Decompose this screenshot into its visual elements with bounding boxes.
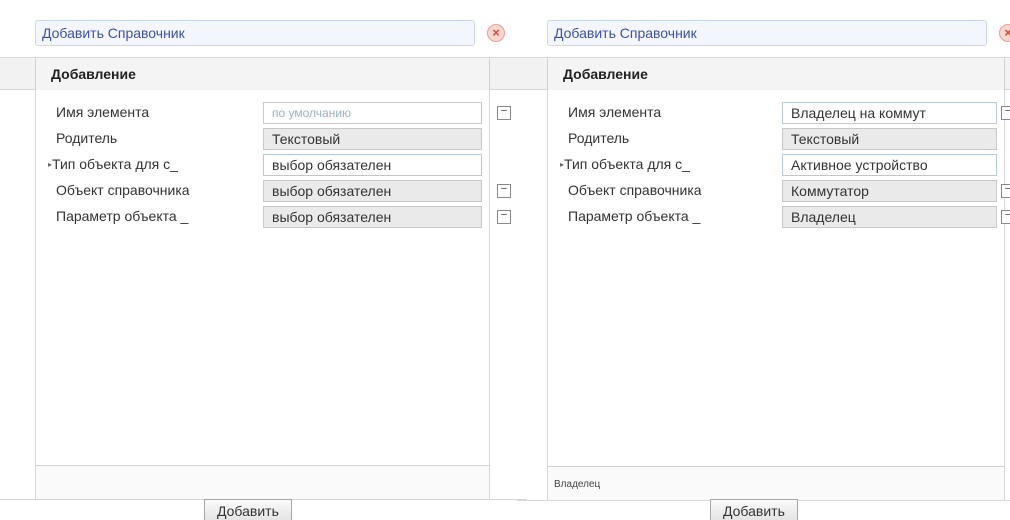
label-object-type: ▸Тип объекта для с_	[560, 156, 690, 172]
collapse-element-name-icon[interactable]: −	[497, 106, 511, 120]
section-header: Добавление	[51, 66, 136, 82]
row-object-type: ▸Тип объекта для с_ Активное устройство	[548, 154, 1004, 176]
status-text: Владелец	[554, 479, 601, 490]
collapse-object-parameter-icon[interactable]: −	[497, 210, 511, 224]
row-object-parameter: Параметр объекта _ Владелец	[548, 206, 1004, 228]
collapse-object-parameter-icon[interactable]: −	[1001, 210, 1010, 224]
row-directory-object: Объект справочника выбор обязателен	[36, 180, 489, 202]
header-cell: Добавление	[35, 58, 490, 90]
left-dialog: Добавить Справочник × Добавление Имя эле…	[0, 0, 527, 520]
object-parameter-select[interactable]: Владелец	[782, 206, 997, 228]
add-button[interactable]: Добавить	[204, 499, 292, 520]
right-dialog: Добавить Справочник × Добавление Имя эле…	[517, 0, 1010, 520]
object-type-select[interactable]: выбор обязателен	[263, 154, 482, 176]
row-parent: Родитель Текстовый	[548, 128, 1004, 150]
title-bar: Добавить Справочник	[35, 20, 475, 46]
dialog-frame: Добавление Имя элемента по умолчанию Род…	[0, 57, 527, 500]
label-element-name: Имя элемента	[568, 104, 662, 120]
label-parent: Родитель	[56, 130, 118, 146]
object-type-select[interactable]: Активное устройство	[782, 154, 997, 176]
dialog-title: Добавить Справочник	[554, 25, 697, 41]
element-name-input[interactable]: Владелец на коммут	[782, 102, 997, 124]
collapse-element-name-icon[interactable]: −	[1001, 106, 1010, 120]
label-directory-object: Объект справочника	[56, 182, 190, 198]
collapse-directory-object-icon[interactable]: −	[1001, 184, 1010, 198]
row-directory-object: Объект справочника Коммутатор	[548, 180, 1004, 202]
dialog-title: Добавить Справочник	[42, 25, 185, 41]
row-element-name: Имя элемента Владелец на коммут	[548, 102, 1004, 124]
label-parent: Родитель	[568, 130, 630, 146]
label-object-type-text: Тип объекта для с_	[564, 156, 690, 172]
section-header: Добавление	[563, 66, 648, 82]
parent-field: Текстовый	[263, 128, 482, 150]
row-object-parameter: Параметр объекта _ выбор обязателен	[36, 206, 489, 228]
add-button[interactable]: Добавить	[710, 499, 798, 520]
object-parameter-select[interactable]: выбор обязателен	[263, 206, 482, 228]
directory-object-select[interactable]: выбор обязателен	[263, 180, 482, 202]
status-bar	[35, 465, 490, 499]
row-parent: Родитель Текстовый	[36, 128, 489, 150]
header-cell: Добавление	[547, 58, 1005, 90]
label-object-type-text: Тип объекта для с_	[52, 156, 178, 172]
collapse-directory-object-icon[interactable]: −	[497, 184, 511, 198]
label-object-type: ▸Тип объекта для с_	[48, 156, 178, 172]
element-name-input[interactable]: по умолчанию	[263, 102, 482, 124]
dialog-frame: Добавление Имя элемента Владелец на комм…	[517, 57, 1010, 501]
header-strip: Добавление	[0, 58, 527, 90]
close-icon[interactable]: ×	[999, 24, 1010, 42]
label-object-parameter: Параметр объекта _	[56, 208, 189, 224]
label-directory-object: Объект справочника	[568, 182, 702, 198]
status-bar: Владелец	[547, 466, 1005, 500]
directory-object-select[interactable]: Коммутатор	[782, 180, 997, 202]
label-object-parameter: Параметр объекта _	[568, 208, 701, 224]
close-icon[interactable]: ×	[487, 24, 505, 42]
form-content: Имя элемента по умолчанию Родитель Текст…	[35, 90, 490, 465]
form-content: Имя элемента Владелец на коммут Родитель…	[547, 90, 1005, 466]
header-strip: Добавление	[517, 58, 1010, 90]
parent-field: Текстовый	[782, 128, 997, 150]
row-element-name: Имя элемента по умолчанию	[36, 102, 489, 124]
row-object-type: ▸Тип объекта для с_ выбор обязателен	[36, 154, 489, 176]
label-element-name: Имя элемента	[56, 104, 150, 120]
title-bar: Добавить Справочник	[547, 20, 987, 46]
